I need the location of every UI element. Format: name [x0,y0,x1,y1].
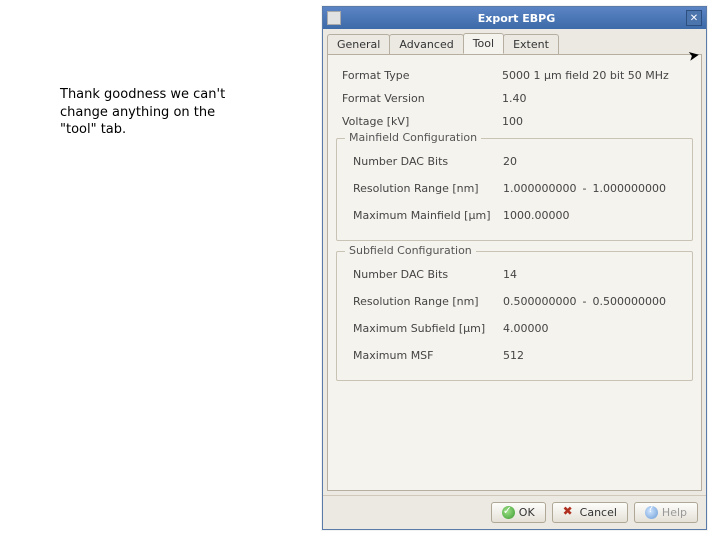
window-title: Export EBPG [347,12,686,25]
voltage-value: 100 [502,115,523,128]
cancel-button[interactable]: Cancel [552,502,628,523]
help-button[interactable]: Help [634,502,698,523]
subfield-maxsub-value: 4.00000 [503,322,549,335]
cancel-label: Cancel [580,506,617,519]
help-icon [645,506,658,519]
subfield-max-row: Maximum Subfield [μm] 4.00000 [353,322,686,335]
mainfield-dac-value: 20 [503,155,517,168]
range-separator: - [582,182,586,195]
subfield-res-row: Resolution Range [nm] 0.500000000 - 0.50… [353,295,686,308]
subfield-maxmsf-label: Maximum MSF [353,349,503,362]
tab-extent[interactable]: Extent [503,34,559,55]
subfield-msf-row: Maximum MSF 512 [353,349,686,362]
tab-bar: General Advanced Tool Extent [323,29,706,54]
mainfield-dac-label: Number DAC Bits [353,155,503,168]
range-separator: - [582,295,586,308]
close-icon: ✕ [690,13,698,24]
mainfield-res-high: 1.000000000 [592,182,665,195]
cancel-icon [563,506,576,519]
mainfield-group: Mainfield Configuration Number DAC Bits … [336,138,693,241]
voltage-row: Voltage [kV] 100 [342,115,693,128]
subfield-dac-value: 14 [503,268,517,281]
export-ebpg-dialog: Export EBPG ✕ General Advanced Tool Exte… [322,6,707,530]
help-label: Help [662,506,687,519]
format-version-label: Format Version [342,92,502,105]
mainfield-max-label: Maximum Mainfield [μm] [353,209,503,222]
subfield-group: Subfield Configuration Number DAC Bits 1… [336,251,693,381]
ok-icon [502,506,515,519]
mainfield-res-row: Resolution Range [nm] 1.000000000 - 1.00… [353,182,686,195]
titlebar[interactable]: Export EBPG ✕ [323,7,706,29]
subfield-res-high: 0.500000000 [592,295,665,308]
subfield-res-low: 0.500000000 [503,295,576,308]
tab-tool[interactable]: Tool [463,33,504,54]
format-type-row: Format Type 5000 1 μm field 20 bit 50 MH… [342,69,693,82]
format-version-value: 1.40 [502,92,527,105]
tab-general[interactable]: General [327,34,390,55]
format-type-label: Format Type [342,69,502,82]
mainfield-max-value: 1000.00000 [503,209,569,222]
format-type-value: 5000 1 μm field 20 bit 50 MHz [502,69,669,82]
caption-text: Thank goodness we can't change anything … [60,86,240,139]
mainfield-legend: Mainfield Configuration [345,131,481,144]
subfield-maxsub-label: Maximum Subfield [μm] [353,322,503,335]
voltage-label: Voltage [kV] [342,115,502,128]
mainfield-res-low: 1.000000000 [503,182,576,195]
subfield-maxmsf-value: 512 [503,349,524,362]
subfield-dac-label: Number DAC Bits [353,268,503,281]
subfield-dac-row: Number DAC Bits 14 [353,268,686,281]
close-button[interactable]: ✕ [686,10,702,26]
dialog-button-bar: OK Cancel Help [323,495,706,529]
mainfield-res-label: Resolution Range [nm] [353,182,503,195]
ok-button[interactable]: OK [491,502,546,523]
tool-tab-panel: Format Type 5000 1 μm field 20 bit 50 MH… [327,54,702,491]
window-menu-icon[interactable] [327,11,341,25]
format-version-row: Format Version 1.40 [342,92,693,105]
subfield-legend: Subfield Configuration [345,244,476,257]
ok-label: OK [519,506,535,519]
tab-advanced[interactable]: Advanced [389,34,463,55]
subfield-res-label: Resolution Range [nm] [353,295,503,308]
mainfield-dac-row: Number DAC Bits 20 [353,155,686,168]
mainfield-max-row: Maximum Mainfield [μm] 1000.00000 [353,209,686,222]
